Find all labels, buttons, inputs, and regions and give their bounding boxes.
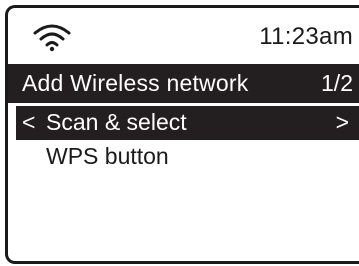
menu-item-scan-select[interactable]: < Scan & select > (16, 106, 359, 140)
wifi-signal-icon (33, 24, 71, 52)
status-bar: 11:23am (8, 8, 359, 64)
menu-list: < Scan & select > WPS button (8, 106, 359, 174)
menu-item-label: Scan & select (46, 109, 187, 135)
menu-item-label: WPS button (46, 143, 169, 169)
clock-time: 11:23am (259, 23, 353, 50)
forward-arrow-icon: > (335, 109, 349, 135)
menu-item-wps-button[interactable]: WPS button (8, 140, 359, 174)
back-arrow-icon: < (22, 109, 36, 135)
device-screen: 11:23am Add Wireless network 1/2 < Scan … (5, 5, 359, 264)
page-title: Add Wireless network (22, 70, 249, 96)
page-indicator: 1/2 (321, 70, 353, 96)
title-bar: Add Wireless network 1/2 (8, 64, 359, 103)
